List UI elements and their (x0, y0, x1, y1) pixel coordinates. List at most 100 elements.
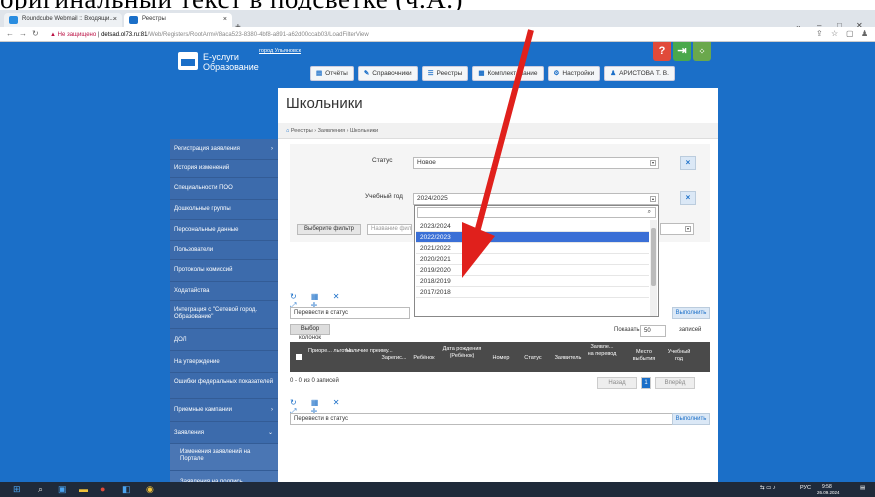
close-tab-icon[interactable]: × (223, 16, 227, 23)
opera-icon[interactable]: ● (100, 484, 105, 495)
column-departure[interactable]: Место выбытия (630, 349, 658, 363)
page-size-value: 50 (644, 328, 651, 334)
overlay-caption: оригинальный текст в подсветке (ч.А.) (0, 0, 875, 10)
clear-year-button[interactable]: × (680, 191, 696, 205)
column-registered[interactable]: Зарегис... (379, 355, 409, 362)
tray-icons[interactable]: ⇆ ▭ ♪ (760, 485, 776, 491)
clock-date[interactable]: 26.09.2024 (817, 490, 840, 495)
profile-icon[interactable]: ♟ (861, 29, 868, 38)
sidebar-item-label: Изменения заявлений на Портале (180, 449, 251, 462)
help-button[interactable]: ? (653, 42, 671, 61)
prev-page-button[interactable]: Назад (597, 377, 637, 389)
sidebar-item-petitions[interactable]: Ходатайства (170, 282, 278, 301)
select-filter-button[interactable]: Выберите фильтр (297, 224, 361, 235)
page-size-select[interactable]: 50 (640, 325, 666, 337)
execute-button[interactable]: Выполнить (672, 307, 710, 319)
sidebar-item-registration[interactable]: Регистрация заявления › (170, 139, 278, 160)
column-status[interactable]: Статус (520, 355, 546, 362)
sidebar-item-label: Регистрация заявления (174, 146, 240, 152)
close-tab-icon[interactable]: × (113, 16, 117, 23)
menu-user[interactable]: ♟ АРИСТОВА Т. В. (604, 66, 675, 81)
taskbar (0, 482, 875, 497)
exit-button[interactable]: ⇥ (673, 42, 691, 61)
select-all-checkbox[interactable] (296, 354, 302, 360)
column-advantage[interactable]: Наличие преиму... (346, 348, 393, 355)
next-page-button[interactable]: Вперёд (655, 377, 695, 389)
sidebar-item-campaigns[interactable]: Приемные кампании › (170, 399, 278, 422)
sidebar-toggle-icon[interactable]: ▢ (846, 29, 854, 38)
sidebar-item-approval[interactable]: На утверждение (170, 351, 278, 373)
column-birthdate[interactable]: Дата рождения (Ребёнок) (440, 346, 484, 360)
browser-tab-webmail[interactable]: Roundcube Webmail :: Входящи... × (4, 13, 122, 27)
move-status-select-2[interactable]: Перевести в статус (290, 413, 710, 425)
warning-icon: ▲ (50, 32, 58, 38)
grid-toolbar-icons-2[interactable]: ↻ ▦ ✕ ⤢ ✛ (290, 398, 360, 416)
records-count: 0 - 0 из 0 записей (290, 378, 339, 384)
sidebar-item-protocols[interactable]: Протоколы комиссий (170, 260, 278, 282)
tab-label: Roundcube Webmail :: Входящи... (22, 16, 115, 22)
forward-icon[interactable]: → (19, 29, 27, 38)
column-year[interactable]: Учебный год (665, 349, 693, 363)
sidebar-item-specialties[interactable]: Специальности ПОО (170, 178, 278, 200)
bookmark-icon[interactable]: ☆ (831, 29, 838, 38)
url-host: detsad.ol73.ru:81 (101, 32, 148, 38)
explorer-icon[interactable]: ▬ (79, 484, 88, 495)
browser-tab-bar: Roundcube Webmail :: Входящи... × Реестр… (0, 10, 875, 33)
search-icon[interactable]: ⌕ (38, 484, 43, 495)
column-child[interactable]: Ребёнок (410, 355, 438, 362)
reload-icon[interactable]: ↻ (32, 29, 39, 38)
grid-apps-icon[interactable]: ⁘ (693, 42, 711, 61)
chrome-icon[interactable]: ◉ (146, 484, 154, 495)
breadcrumb-applications[interactable]: Заявления (318, 128, 346, 134)
notifications-icon[interactable]: ▤ (860, 485, 865, 491)
execute-button-2[interactable]: Выполнить (672, 413, 710, 425)
sidebar-item-portal-changes[interactable]: Изменения заявлений на Портале (170, 444, 278, 471)
url-path: /Web/Registers/RootArm#/8aca523-8380-4bf… (147, 32, 369, 38)
column-number[interactable]: Номер (488, 355, 514, 362)
sidebar-item-preschool-groups[interactable]: Дошкольные группы (170, 200, 278, 220)
sidebar-item-label: Приемные кампании (174, 407, 232, 413)
task-view-icon[interactable]: ▣ (58, 484, 67, 495)
sidebar-item-applications[interactable]: Заявления ⌄ (170, 422, 278, 444)
column-applicant[interactable]: Заявитель (551, 355, 585, 362)
page-title: Школьники (286, 95, 363, 112)
columns-button[interactable]: Выбор колонок (290, 324, 330, 341)
brand-line-2: Образование (203, 62, 259, 72)
sidebar-item-label: Дошкольные группы (174, 206, 231, 212)
chevron-down-icon: ▾ (685, 226, 691, 232)
sidebar-item-dol[interactable]: ДОЛ (170, 329, 278, 351)
word-icon[interactable]: ◧ (122, 484, 131, 495)
current-page-button[interactable]: 1 (641, 377, 651, 389)
sidebar-item-personal-data[interactable]: Персональные данные (170, 220, 278, 241)
column-priority[interactable]: Приоре... льготы (308, 348, 351, 355)
browser-tab-registers[interactable]: Реестры × (124, 13, 232, 27)
chevron-down-icon: ⌄ (267, 430, 273, 436)
windows-start-icon[interactable]: ⊞ (13, 484, 21, 495)
sidebar-item-federal-errors[interactable]: Ошибки федеральных показателей (170, 373, 278, 399)
breadcrumb-separator: › (346, 128, 349, 134)
sidebar-item-users[interactable]: Пользователи (170, 241, 278, 260)
column-transfer[interactable]: Заявле... на перевод (587, 344, 617, 358)
home-icon[interactable]: ⌂ (286, 128, 289, 134)
language-indicator[interactable]: РУС (800, 485, 811, 491)
scrollbar-thumb[interactable] (651, 228, 656, 286)
annotation-arrow (462, 29, 534, 278)
table-header: Приоре... льготы Наличие преиму... Зарег… (290, 342, 710, 372)
share-icon[interactable]: ⇪ (816, 29, 823, 38)
sidebar: Регистрация заявления › История изменений… (170, 139, 278, 493)
registers-icon (129, 16, 138, 24)
arrow-head (462, 222, 495, 278)
sidebar-item-integration[interactable]: Интеграция с "Сетевой город. Образование… (170, 301, 278, 329)
city-link[interactable]: город Ульяновск (259, 48, 301, 54)
menu-reports[interactable]: ▤ Отчёты (310, 66, 354, 81)
sidebar-item-history[interactable]: История изменений (170, 160, 278, 178)
grid-toolbar-icons[interactable]: ↻ ▦ ✕ ⤢ ✛ (290, 292, 360, 310)
back-icon[interactable]: ← (6, 29, 14, 38)
dropdown-scrollbar[interactable] (650, 220, 657, 316)
clear-status-button[interactable]: × (680, 156, 696, 170)
breadcrumb-registers[interactable]: Реестры (291, 128, 313, 134)
arrow-shaft (472, 29, 534, 241)
sidebar-item-label: Персональные данные (174, 227, 239, 233)
sidebar-item-label: Протоколы комиссий (174, 267, 233, 273)
filter-select-tail[interactable]: ▾ (660, 223, 694, 235)
